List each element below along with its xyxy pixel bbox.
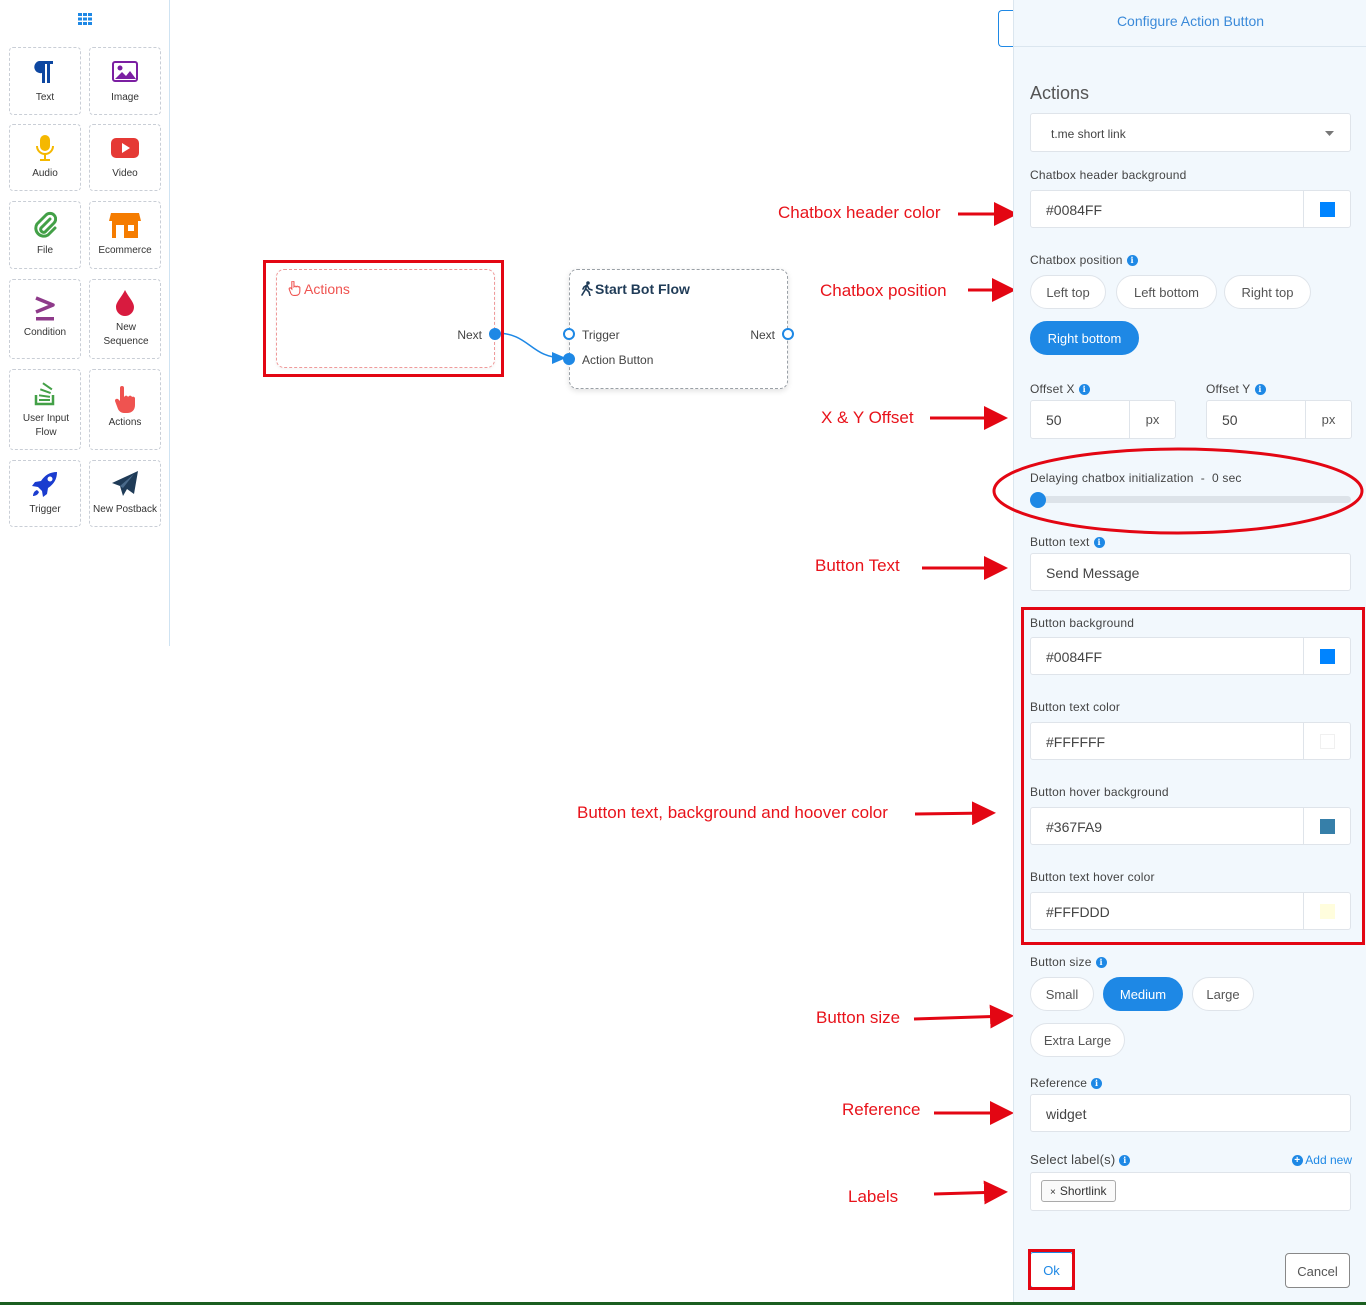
labels-label: Select label(s) i <box>1030 1152 1131 1167</box>
info-icon: i <box>1095 957 1107 969</box>
reference-label: Reference i <box>1030 1076 1103 1090</box>
remove-tag-icon[interactable]: × <box>1050 1187 1056 1198</box>
highlight-delay-ellipse <box>992 447 1364 535</box>
offset-y-label: Offset Yi <box>1206 382 1266 396</box>
info-icon: i <box>1091 1078 1103 1090</box>
add-new-label-link[interactable]: + Add new <box>1291 1153 1352 1167</box>
actions-heading: Actions <box>1030 83 1090 103</box>
size-medium[interactable]: Medium <box>1103 977 1183 1011</box>
cancel-button[interactable]: Cancel <box>1285 1253 1350 1288</box>
offset-x-label: Offset Xi <box>1030 382 1090 396</box>
header-bg-input[interactable]: #0084FF <box>1030 190 1351 228</box>
position-left-bottom[interactable]: Left bottom <box>1116 275 1217 309</box>
offset-y-unit: px <box>1305 401 1351 438</box>
position-right-bottom[interactable]: Right bottom <box>1030 321 1139 355</box>
label-tag: × Shortlink <box>1041 1180 1116 1202</box>
position-left-top[interactable]: Left top <box>1030 275 1106 309</box>
info-icon: i <box>1119 1155 1131 1167</box>
caret-down-icon <box>1325 131 1334 136</box>
info-icon: i <box>1078 384 1090 396</box>
position-right-top[interactable]: Right top <box>1224 275 1311 309</box>
actions-select[interactable]: t.me short link <box>1030 113 1351 152</box>
plus-circle-icon: + <box>1291 1155 1303 1167</box>
button-text-label: Button text i <box>1030 535 1105 549</box>
button-text-input[interactable]: Send Message <box>1030 553 1351 591</box>
reference-input[interactable]: widget <box>1030 1094 1351 1132</box>
position-label: Chatbox position i <box>1030 253 1138 267</box>
header-bg-picker[interactable] <box>1303 191 1350 227</box>
offset-x-input[interactable]: 50 px <box>1030 400 1176 439</box>
offset-y-input[interactable]: 50 px <box>1206 400 1352 439</box>
panel-title: Configure Action Button <box>1116 13 1265 29</box>
info-icon: i <box>1126 255 1138 267</box>
labels-select[interactable]: × Shortlink <box>1030 1172 1351 1211</box>
size-large[interactable]: Large <box>1192 977 1254 1011</box>
info-icon: i <box>1254 384 1266 396</box>
info-icon: i <box>1093 537 1105 549</box>
size-extra-large[interactable]: Extra Large <box>1030 1023 1125 1057</box>
button-size-label: Button size i <box>1030 955 1107 969</box>
title-divider <box>1014 46 1366 47</box>
offset-x-unit: px <box>1129 401 1175 438</box>
highlight-button-colors <box>1021 607 1365 945</box>
header-bg-label: Chatbox header background <box>1030 168 1187 182</box>
size-small[interactable]: Small <box>1030 977 1094 1011</box>
highlight-ok-button <box>1028 1249 1075 1290</box>
